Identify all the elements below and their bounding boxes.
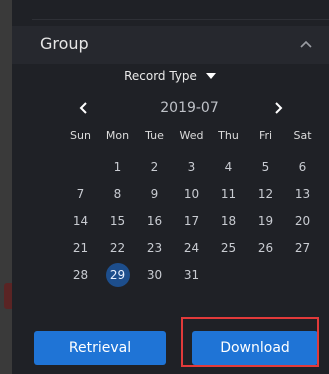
calendar-day-number: 27: [294, 240, 311, 255]
calendar-day-number: 13: [294, 186, 311, 201]
calendar-day-number: 29: [105, 262, 130, 287]
calendar-day[interactable]: 25: [210, 234, 247, 261]
panel-divider: [32, 19, 329, 20]
calendar-day-number: 31: [183, 267, 200, 282]
caret-down-icon: [205, 73, 216, 79]
calendar-day[interactable]: 5: [247, 153, 284, 180]
left-edge-marker: [4, 283, 12, 309]
calendar-day[interactable]: 19: [247, 207, 284, 234]
calendar-day-number: 30: [146, 267, 163, 282]
weekday-header: Sun: [70, 129, 91, 142]
calendar-day-number: 19: [257, 213, 274, 228]
calendar-day-number: 12: [257, 186, 274, 201]
chevron-up-icon[interactable]: [297, 35, 315, 53]
calendar-day-number: 21: [72, 240, 89, 255]
calendar-day-number: 17: [183, 213, 200, 228]
calendar-day[interactable]: 13: [284, 180, 321, 207]
calendar-day[interactable]: 3: [173, 153, 210, 180]
weekday-header: Fri: [258, 129, 273, 142]
calendar-day-number: 5: [261, 159, 270, 174]
calendar-day-number: 10: [183, 186, 200, 201]
calendar-day[interactable]: 20: [284, 207, 321, 234]
left-edge-strip: [0, 0, 12, 374]
calendar-day[interactable]: 4: [210, 153, 247, 180]
calendar-day[interactable]: 10: [173, 180, 210, 207]
group-header[interactable]: Group: [12, 26, 329, 64]
calendar-day[interactable]: 9: [136, 180, 173, 207]
calendar-day[interactable]: 24: [173, 234, 210, 261]
calendar-day[interactable]: 31: [173, 261, 210, 288]
retrieval-button[interactable]: Retrieval: [34, 331, 166, 365]
weekday-header: Wed: [179, 129, 204, 142]
calendar-day-selected[interactable]: 29: [99, 261, 136, 288]
group-panel: Group Record Type 2019-07 Sun Mon Tue Wed Th…: [12, 0, 329, 374]
calendar-day-number: 18: [220, 213, 237, 228]
calendar-day[interactable]: 17: [173, 207, 210, 234]
calendar-day[interactable]: 15: [99, 207, 136, 234]
calendar-day-number: 14: [72, 213, 89, 228]
calendar-day-number: 11: [220, 186, 237, 201]
calendar-day[interactable]: 22: [99, 234, 136, 261]
calendar-nav: 2019-07: [67, 97, 312, 119]
calendar-day-number: 4: [224, 159, 233, 174]
calendar-day-number: 22: [109, 240, 126, 255]
calendar-day[interactable]: 21: [62, 234, 99, 261]
download-button[interactable]: Download: [192, 331, 318, 365]
calendar-day-number: 16: [146, 213, 163, 228]
calendar-day[interactable]: 12: [247, 180, 284, 207]
weekday-header: Mon: [105, 129, 130, 142]
calendar-day-number: 23: [146, 240, 163, 255]
calendar-day-number: 24: [183, 240, 200, 255]
calendar-day-number: 6: [298, 159, 307, 174]
calendar-empty-cell: [210, 261, 247, 288]
calendar-day[interactable]: 11: [210, 180, 247, 207]
weekday-header: Thu: [218, 129, 239, 142]
calendar-day-number: 20: [294, 213, 311, 228]
calendar-day-number: 3: [187, 159, 196, 174]
calendar-day[interactable]: 16: [136, 207, 173, 234]
calendar-empty-cell: [247, 261, 284, 288]
calendar-day-number: 28: [72, 267, 89, 282]
calendar-day[interactable]: 7: [62, 180, 99, 207]
group-title: Group: [40, 34, 89, 53]
calendar-grid: Sun Mon Tue Wed Thu Fri Sat 1 2 3 4 5 6 7 8 9 10 11 12 13 14…: [62, 126, 321, 288]
calendar-day-number: 8: [113, 186, 122, 201]
calendar-day[interactable]: 18: [210, 207, 247, 234]
record-type-dropdown[interactable]: Record Type: [12, 66, 329, 86]
calendar-day-number: 7: [76, 186, 85, 201]
calendar-day[interactable]: 2: [136, 153, 173, 180]
calendar-day[interactable]: 14: [62, 207, 99, 234]
weekday-header: Sat: [293, 129, 312, 142]
calendar-day[interactable]: 23: [136, 234, 173, 261]
calendar-day[interactable]: 27: [284, 234, 321, 261]
calendar-day-number: 1: [113, 159, 122, 174]
calendar-day[interactable]: 26: [247, 234, 284, 261]
calendar-day[interactable]: 1: [99, 153, 136, 180]
calendar-day-number: 15: [109, 213, 126, 228]
next-month-button[interactable]: [267, 97, 289, 119]
record-type-label: Record Type: [124, 69, 197, 83]
calendar-day[interactable]: 30: [136, 261, 173, 288]
calendar-day[interactable]: 28: [62, 261, 99, 288]
calendar-day-number: 26: [257, 240, 274, 255]
calendar-day-number: 2: [150, 159, 159, 174]
weekday-header: Tue: [145, 129, 164, 142]
calendar-day[interactable]: 6: [284, 153, 321, 180]
calendar-empty-cell: [62, 153, 99, 180]
chevron-right-icon: [275, 102, 283, 114]
calendar-day-number: 25: [220, 240, 237, 255]
calendar-day-number: 9: [150, 186, 159, 201]
calendar-empty-cell: [284, 261, 321, 288]
calendar-day[interactable]: 8: [99, 180, 136, 207]
